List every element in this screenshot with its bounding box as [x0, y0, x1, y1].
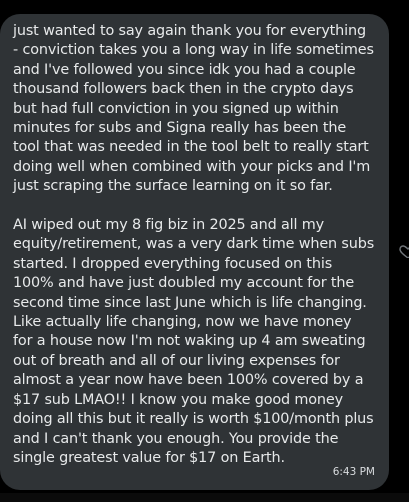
heart-icon-graphic	[399, 245, 409, 258]
dm-conversation: just wanted to say again thank you for e…	[0, 0, 409, 502]
bottom-divider	[0, 493, 409, 502]
message-timestamp: 6:43 PM	[332, 466, 375, 478]
message-bubble[interactable]: just wanted to say again thank you for e…	[0, 14, 389, 490]
message-paragraph-1: just wanted to say again thank you for e…	[13, 23, 374, 195]
message-paragraph-2: AI wiped out my 8 fig biz in 2025 and al…	[13, 217, 375, 466]
heart-icon[interactable]	[398, 244, 409, 258]
